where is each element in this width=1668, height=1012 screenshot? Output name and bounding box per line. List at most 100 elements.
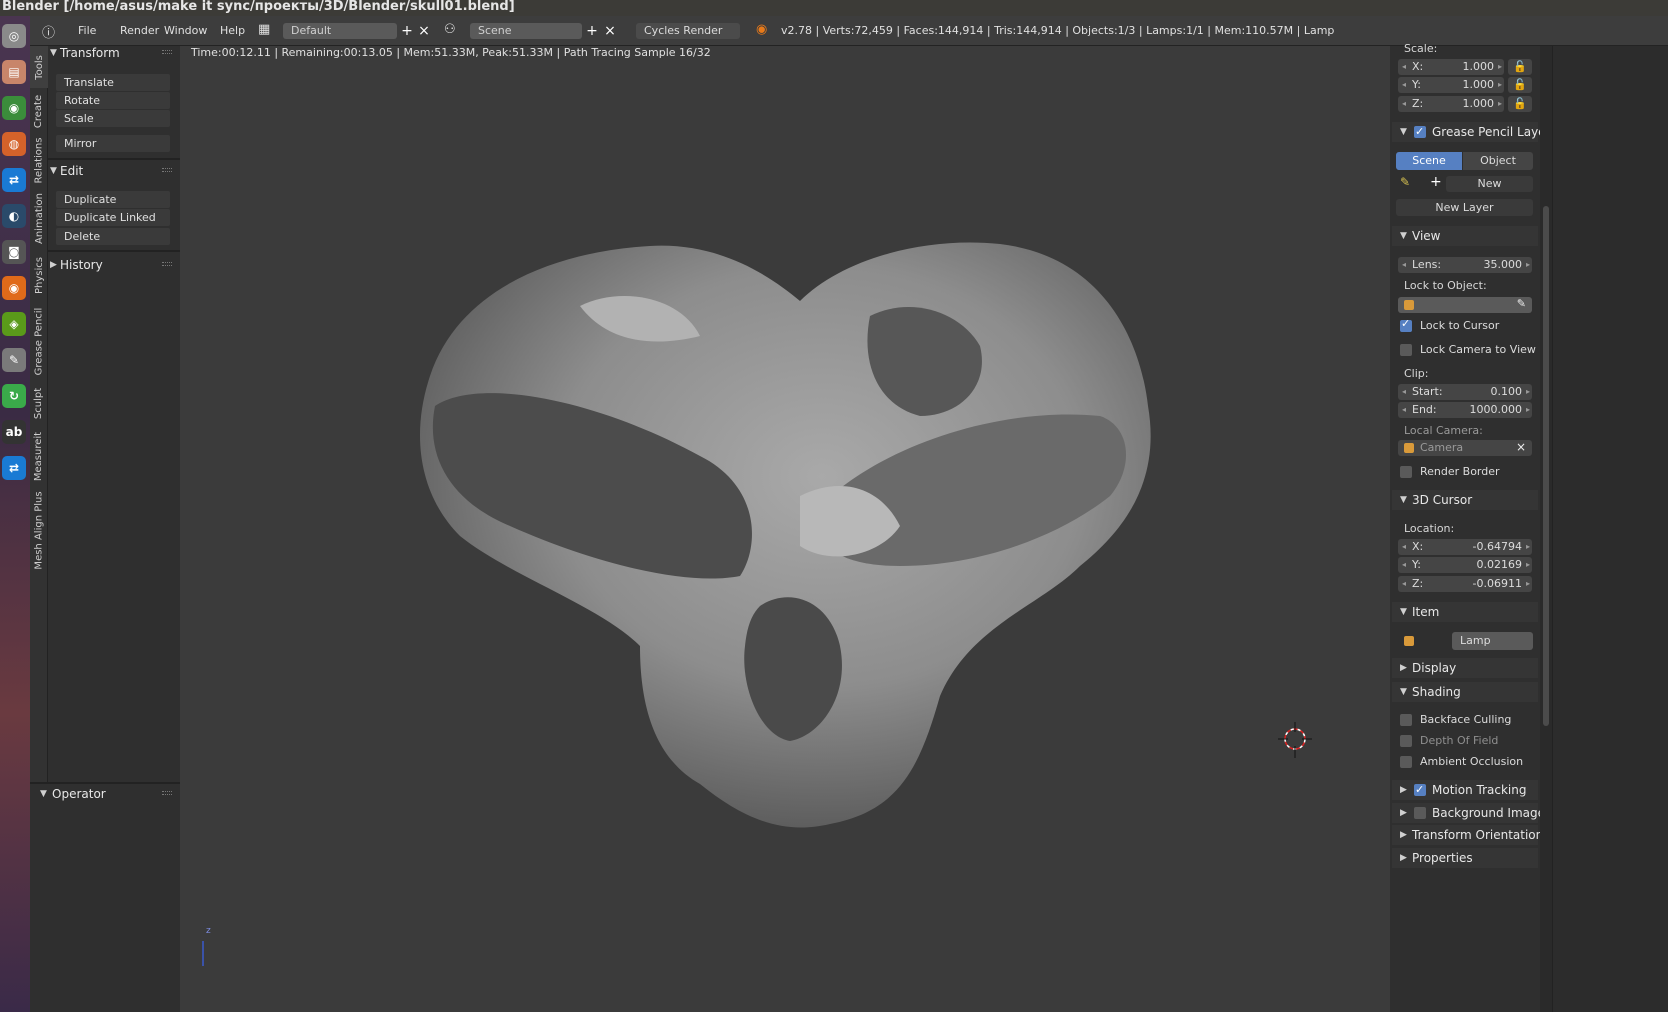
tab-physics[interactable]: Physics (30, 250, 48, 300)
text-editor-icon[interactable]: ✎ (2, 348, 26, 372)
cursor-x-field[interactable]: ◂ X: -0.64794 ▸ (1398, 539, 1532, 555)
ubuntu-dash-icon[interactable]: ◎ (2, 24, 26, 48)
dictionary-icon[interactable]: ab (2, 420, 26, 444)
view-panel-header[interactable]: ▼ View (1392, 226, 1538, 246)
menu-window[interactable]: Window (164, 24, 207, 37)
ambient-occlusion-checkbox[interactable]: Ambient Occlusion (1400, 755, 1523, 771)
gp-tab-scene[interactable]: Scene (1396, 152, 1462, 170)
background-images-panel-header[interactable]: ▶ Background Images (1392, 803, 1551, 823)
operator-panel-header[interactable]: ▼ Operator (30, 785, 180, 803)
properties-panel-header[interactable]: ▶ Properties (1392, 848, 1538, 868)
firefox-icon[interactable]: ◍ (2, 132, 26, 156)
add-scene-icon[interactable]: + (584, 23, 600, 39)
info-editor-icon[interactable]: ⓘ (42, 22, 55, 41)
teamviewer-alt-icon[interactable]: ⇄ (2, 456, 26, 480)
delete-button[interactable]: Delete (56, 228, 170, 245)
tab-tools[interactable]: Tools (30, 46, 48, 88)
camera-icon[interactable]: ◙ (2, 240, 26, 264)
local-camera-field[interactable]: Camera × (1398, 440, 1532, 456)
steam-icon[interactable]: ◐ (2, 204, 26, 228)
background-images-checkbox[interactable] (1414, 807, 1426, 819)
add-layout-icon[interactable]: + (399, 23, 415, 39)
scale-z-field[interactable]: ◂ Z: 1.000 ▸ (1398, 96, 1504, 112)
clear-camera-icon[interactable]: × (1516, 440, 1526, 454)
shading-panel-header[interactable]: ▼ Shading (1392, 682, 1538, 702)
eyedropper-icon[interactable]: ✎ (1517, 297, 1526, 310)
gp-tab-object[interactable]: Object (1463, 152, 1533, 170)
clip-end-field[interactable]: ◂ End: 1000.000 ▸ (1398, 402, 1532, 418)
new-layer-button[interactable]: New Layer (1396, 199, 1533, 216)
translate-button[interactable]: Translate (56, 74, 170, 91)
gp-new-button[interactable]: New (1446, 176, 1533, 192)
display-panel-header[interactable]: ▶ Display (1392, 658, 1538, 678)
menu-file[interactable]: File (78, 24, 96, 37)
cursor-y-field[interactable]: ◂ Y: 0.02169 ▸ (1398, 557, 1532, 573)
sync-icon[interactable]: ↻ (2, 384, 26, 408)
scene-icon[interactable]: ⚇ (444, 22, 456, 37)
drag-grip-icon[interactable] (162, 50, 172, 54)
lock-camera-to-view-checkbox[interactable]: Lock Camera to View (1400, 343, 1536, 359)
blender-icon[interactable]: ◉ (2, 276, 26, 300)
item-name-field[interactable]: Lamp (1452, 632, 1533, 650)
tab-animation[interactable]: Animation (30, 188, 48, 248)
depth-of-field-checkbox[interactable]: Depth Of Field (1400, 734, 1498, 750)
scale-x-lock-icon[interactable]: 🔓 (1508, 59, 1532, 75)
history-panel-header[interactable]: ▶ History (48, 256, 180, 274)
mirror-button[interactable]: Mirror (56, 135, 170, 152)
remove-scene-icon[interactable]: × (602, 23, 618, 39)
lock-to-cursor-checkbox[interactable]: Lock to Cursor (1400, 317, 1499, 335)
grease-pencil-panel-header[interactable]: ▼ Grease Pencil Layers (1392, 122, 1557, 142)
chrome-icon[interactable]: ◉ (2, 96, 26, 120)
transform-orientations-panel-header[interactable]: ▶ Transform Orientations (1392, 825, 1550, 845)
add-icon[interactable]: + (1430, 174, 1442, 190)
cursor-z-field[interactable]: ◂ Z: -0.06911 ▸ (1398, 576, 1532, 592)
lens-field[interactable]: ◂ Lens: 35.000 ▸ (1398, 257, 1532, 273)
rotate-button[interactable]: Rotate (56, 92, 170, 109)
item-panel-header[interactable]: ▼ Item (1392, 602, 1538, 622)
tab-relations[interactable]: Relations (30, 134, 48, 186)
blender-logo-icon: ◉ (756, 22, 768, 37)
scale-y-field[interactable]: ◂ Y: 1.000 ▸ (1398, 77, 1504, 93)
duplicate-linked-button[interactable]: Duplicate Linked (56, 209, 170, 226)
remove-layout-icon[interactable]: × (416, 23, 432, 39)
transform-panel-header[interactable]: ▼ Transform (48, 44, 180, 62)
scrollbar-thumb[interactable] (1543, 206, 1549, 726)
tab-measureit[interactable]: Measureit (30, 426, 48, 486)
expand-arrow-icon: ▶ (1400, 830, 1407, 840)
motion-tracking-panel-header[interactable]: ▶ Motion Tracking (1392, 780, 1538, 800)
scale-y-lock-icon[interactable]: 🔓 (1508, 77, 1532, 93)
screen-layout-field[interactable]: Default (283, 23, 397, 39)
scene-field[interactable]: Scene (470, 23, 582, 39)
files-icon[interactable]: ▤ (2, 60, 26, 84)
scale-button[interactable]: Scale (56, 110, 170, 127)
3d-viewport[interactable]: Time:00:12.11 | Remaining:00:13.05 | Mem… (180, 46, 1390, 1012)
duplicate-button[interactable]: Duplicate (56, 191, 170, 208)
properties-scrollbar[interactable] (1540, 46, 1552, 1012)
3d-cursor-panel-header[interactable]: ▼ 3D Cursor (1392, 490, 1538, 510)
scale-z-lock-icon[interactable]: 🔓 (1508, 96, 1532, 112)
nvidia-icon[interactable]: ◈ (2, 312, 26, 336)
clip-start-field[interactable]: ◂ Start: 0.100 ▸ (1398, 384, 1532, 400)
tab-grease-pencil[interactable]: Grease Pencil (30, 302, 48, 380)
screen-layout-icon[interactable]: ▦ (258, 22, 270, 37)
3d-cursor[interactable] (1278, 722, 1312, 758)
menu-render[interactable]: Render (120, 24, 159, 37)
scale-x-field[interactable]: ◂ X: 1.000 ▸ (1398, 59, 1504, 75)
drag-grip-icon[interactable] (162, 262, 172, 266)
tab-mesh-align-plus[interactable]: Mesh Align Plus (30, 488, 48, 572)
edit-panel-header[interactable]: ▼ Edit (48, 162, 180, 180)
blender-window: Blender [/home/asus/make it sync/проекты… (0, 0, 1668, 1012)
motion-tracking-checkbox[interactable] (1414, 780, 1426, 800)
tab-sculpt[interactable]: Sculpt (30, 382, 48, 424)
drag-grip-icon[interactable] (162, 168, 172, 172)
drag-grip-icon[interactable] (162, 791, 172, 795)
menu-help[interactable]: Help (220, 24, 245, 37)
render-border-checkbox[interactable]: Render Border (1400, 465, 1500, 481)
lock-object-field[interactable]: ✎ (1398, 297, 1532, 313)
tab-create[interactable]: Create (30, 90, 48, 132)
grease-pencil-enable-checkbox[interactable] (1414, 122, 1426, 142)
teamviewer-icon[interactable]: ⇄ (2, 168, 26, 192)
backface-culling-checkbox[interactable]: Backface Culling (1400, 713, 1511, 729)
render-engine-select[interactable]: Cycles Render (636, 23, 740, 39)
axis-label-z: z (206, 926, 211, 936)
